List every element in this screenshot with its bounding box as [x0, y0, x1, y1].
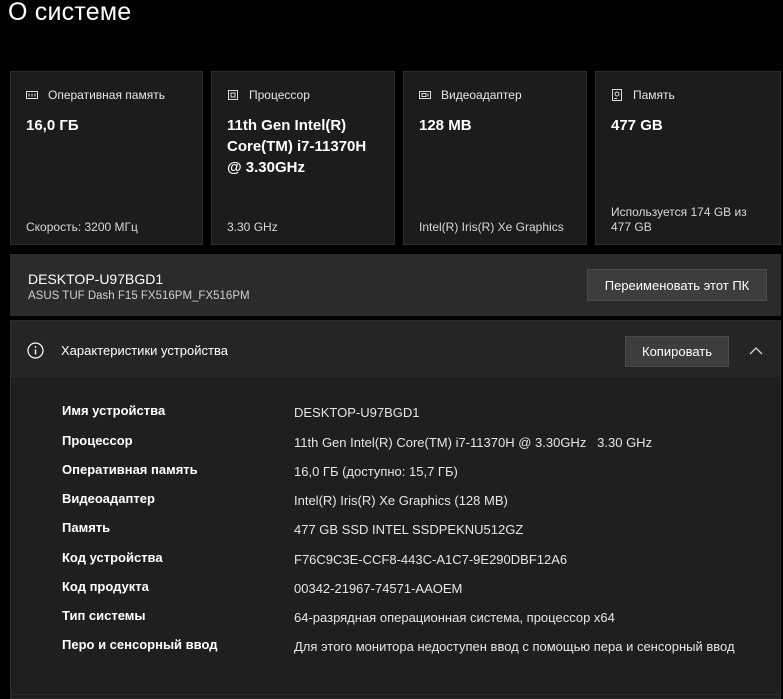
spec-label: Видеоадаптер	[62, 491, 155, 506]
card-footer: Используется 174 GB из 477 GB	[611, 205, 747, 234]
spec-value[interactable]: 64-разрядная операционная система, проце…	[294, 608, 764, 627]
copy-button[interactable]: Копировать	[625, 336, 729, 367]
spec-value[interactable]: 00342-21967-74571-AAOEM	[294, 579, 764, 598]
card-label: Оперативная память	[48, 88, 165, 102]
specs-header[interactable]: Характеристики устройства Копировать	[11, 321, 780, 379]
processor-card: Процессор 11th Gen Intel(R) Core(TM) i7-…	[211, 71, 395, 245]
device-specifications: Характеристики устройства Копировать Имя…	[10, 320, 781, 699]
specs-title: Характеристики устройства	[61, 343, 228, 358]
card-footer: Скорость: 3200 МГц	[26, 220, 138, 234]
card-value: 16,0 ГБ	[26, 117, 79, 134]
spec-value[interactable]: 11th Gen Intel(R) Core(TM) i7-11370H @ 3…	[294, 433, 764, 452]
card-header: Видеоадаптер	[419, 88, 522, 102]
device-name: DESKTOP-U97BGD1	[28, 271, 164, 287]
card-label: Процессор	[249, 88, 310, 102]
divider	[10, 694, 781, 695]
spec-label: Процессор	[62, 433, 133, 448]
spec-label: Тип системы	[62, 608, 146, 623]
spec-label: Перо и сенсорный ввод	[62, 637, 218, 652]
card-footer: 3.30 GHz	[227, 220, 278, 234]
memory-card: Оперативная память 16,0 ГБ Скорость: 320…	[10, 71, 203, 245]
display-adapter-card: Видеоадаптер 128 MB Intel(R) Iris(R) Xe …	[403, 71, 587, 245]
spec-label: Код продукта	[62, 579, 149, 594]
card-value: 477 GB	[611, 117, 663, 134]
spec-cards: Оперативная память 16,0 ГБ Скорость: 320…	[10, 71, 781, 245]
spec-value[interactable]: F76C9C3E-CCF8-443C-A1C7-9E290DBF12A6	[294, 550, 764, 569]
spec-label: Имя устройства	[62, 403, 166, 418]
memory-icon	[26, 89, 38, 101]
card-header: Процессор	[227, 88, 310, 102]
spec-label: Код устройства	[62, 550, 163, 565]
rename-pc-button[interactable]: Переименовать этот ПК	[587, 269, 767, 301]
display-adapter-icon	[419, 89, 431, 101]
spec-label: Оперативная память	[62, 462, 198, 477]
card-value: 128 MB	[419, 117, 472, 134]
spec-value[interactable]: 16,0 ГБ (доступно: 15,7 ГБ)	[294, 462, 764, 481]
card-label: Память	[633, 88, 675, 102]
card-label: Видеоадаптер	[441, 88, 522, 102]
processor-icon	[227, 89, 239, 101]
device-model: ASUS TUF Dash F15 FX516PM_FX516PM	[28, 290, 250, 302]
storage-icon	[611, 89, 623, 101]
card-footer: Intel(R) Iris(R) Xe Graphics	[419, 220, 564, 234]
spec-value[interactable]: Intel(R) Iris(R) Xe Graphics (128 MB)	[294, 491, 764, 510]
chevron-up-icon[interactable]	[749, 343, 763, 355]
spec-value[interactable]: Для этого монитора недоступен ввод с пом…	[294, 637, 764, 656]
storage-card: Память 477 GB Используется 174 GB из 477…	[595, 71, 781, 245]
card-header: Оперативная память	[26, 88, 165, 102]
info-icon	[27, 342, 44, 359]
spec-label: Память	[62, 520, 111, 535]
spec-value[interactable]: 477 GB SSD INTEL SSDPEKNU512GZ	[294, 520, 764, 539]
card-value: 11th Gen Intel(R) Core(TM) i7-11370H @ 3…	[227, 117, 367, 176]
page-title: О системе	[8, 0, 132, 26]
card-header: Память	[611, 88, 675, 102]
pc-name-bar: DESKTOP-U97BGD1 ASUS TUF Dash F15 FX516P…	[10, 254, 781, 316]
spec-value[interactable]: DESKTOP-U97BGD1	[294, 403, 764, 422]
